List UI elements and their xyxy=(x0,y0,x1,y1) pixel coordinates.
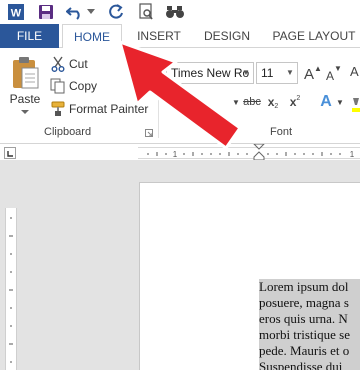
svg-text:1: 1 xyxy=(350,150,355,159)
ribbon: Paste Cut Copy Format Painter Clipboard … xyxy=(0,48,360,144)
document-line[interactable]: Lorem ipsum dol xyxy=(259,279,360,295)
copy-label: Copy xyxy=(69,79,98,93)
document-line[interactable]: Suspendisse dui xyxy=(259,359,360,370)
shrink-font-button[interactable]: A ▼ xyxy=(326,63,342,83)
undo-icon[interactable] xyxy=(64,2,86,22)
change-case-icon: A xyxy=(350,64,359,79)
font-name-value: Times New Ro xyxy=(171,66,250,80)
paste-icon xyxy=(13,57,39,89)
svg-text:1: 1 xyxy=(173,150,178,159)
text-effects-button[interactable]: A xyxy=(318,92,334,112)
undo-dropdown-icon[interactable] xyxy=(86,2,96,22)
font-size-value: 11 xyxy=(261,66,274,80)
cut-button[interactable]: Cut xyxy=(50,54,88,74)
document-line[interactable]: eros quis urna. N xyxy=(259,311,360,327)
font-size-box[interactable]: 11 ▼ xyxy=(256,62,298,84)
clipboard-launcher-icon[interactable] xyxy=(145,129,153,137)
horizontal-ruler[interactable]: 1 1 xyxy=(0,144,360,160)
document-line[interactable]: posuere, magna s xyxy=(259,295,360,311)
tab-page-layout[interactable]: PAGE LAYOUT xyxy=(268,24,360,48)
format-painter-button[interactable]: Format Painter xyxy=(50,99,148,119)
document-line[interactable]: morbi tristique se xyxy=(259,327,360,343)
tab-selector[interactable] xyxy=(4,147,16,159)
quick-access-toolbar: W xyxy=(0,0,360,24)
format-painter-icon xyxy=(50,101,66,117)
scissors-icon xyxy=(50,56,66,72)
shrink-font-caret-icon: ▼ xyxy=(334,64,342,73)
document-text[interactable]: Lorem ipsum dol posuere, magna s eros qu… xyxy=(259,279,360,370)
document-line[interactable]: pede. Mauris et o xyxy=(259,343,360,359)
ribbon-tabs: FILE HOME INSERT DESIGN PAGE LAYOUT xyxy=(0,24,360,49)
subscript-2-icon: 2 xyxy=(274,102,279,110)
subscript-label: x xyxy=(267,95,275,109)
tab-insert[interactable]: INSERT xyxy=(134,24,184,48)
ruler-track: 1 1 xyxy=(138,147,360,159)
subscript-button[interactable]: x2 xyxy=(266,92,280,112)
ruler-ticks: 1 1 xyxy=(147,150,355,159)
vertical-ruler-ticks xyxy=(9,217,13,363)
paste-button[interactable]: Paste xyxy=(6,54,44,116)
document-area: Lorem ipsum dol posuere, magna s eros qu… xyxy=(0,160,360,370)
text-effects-dropdown-icon[interactable]: ▼ xyxy=(336,92,344,112)
tab-design[interactable]: DESIGN xyxy=(198,24,256,48)
strikethrough-button[interactable]: abc xyxy=(242,92,262,112)
document-page[interactable]: Lorem ipsum dol posuere, magna s eros qu… xyxy=(139,182,360,370)
find-icon[interactable] xyxy=(164,2,186,22)
group-separator xyxy=(158,54,159,138)
tab-home[interactable]: HOME xyxy=(62,24,122,49)
indent-marker-icon[interactable] xyxy=(253,144,265,160)
superscript-2-icon: 2 xyxy=(296,94,301,102)
format-painter-label: Format Painter xyxy=(69,102,149,116)
font-name-dropdown-icon[interactable]: ▼ xyxy=(239,63,253,83)
svg-text:W: W xyxy=(11,8,22,20)
save-icon[interactable] xyxy=(36,2,56,22)
copy-icon xyxy=(50,78,66,94)
cut-label: Cut xyxy=(69,57,88,71)
bold-button[interactable]: B xyxy=(166,92,180,112)
grow-font-caret-icon: ▲ xyxy=(314,64,322,73)
word-logo-icon[interactable]: W xyxy=(6,2,26,22)
left-tab-icon xyxy=(7,151,13,157)
vertical-ruler[interactable] xyxy=(5,208,17,370)
shrink-font-label: A xyxy=(326,69,335,83)
font-name-box[interactable]: Times New Ro ▼ xyxy=(166,62,254,84)
print-preview-icon[interactable] xyxy=(136,2,156,22)
clipboard-group-label: Clipboard xyxy=(44,126,92,138)
grow-font-button[interactable]: A ▲ xyxy=(304,63,322,83)
copy-button[interactable]: Copy xyxy=(50,76,97,96)
paste-label: Paste xyxy=(9,92,41,106)
highlight-button[interactable] xyxy=(352,96,360,112)
tab-file[interactable]: FILE xyxy=(0,24,59,48)
superscript-label: x xyxy=(289,95,297,109)
highlighter-icon xyxy=(352,98,360,112)
font-size-dropdown-icon[interactable]: ▼ xyxy=(283,63,297,83)
paste-dropdown-icon xyxy=(21,110,29,114)
change-case-button[interactable]: A xyxy=(350,64,360,82)
font-group-label: Font xyxy=(270,126,293,138)
superscript-button[interactable]: x2 xyxy=(288,92,302,112)
grow-font-label: A xyxy=(304,66,315,83)
redo-icon[interactable] xyxy=(106,2,126,22)
underline-dropdown-icon[interactable]: ▼ xyxy=(232,92,240,112)
